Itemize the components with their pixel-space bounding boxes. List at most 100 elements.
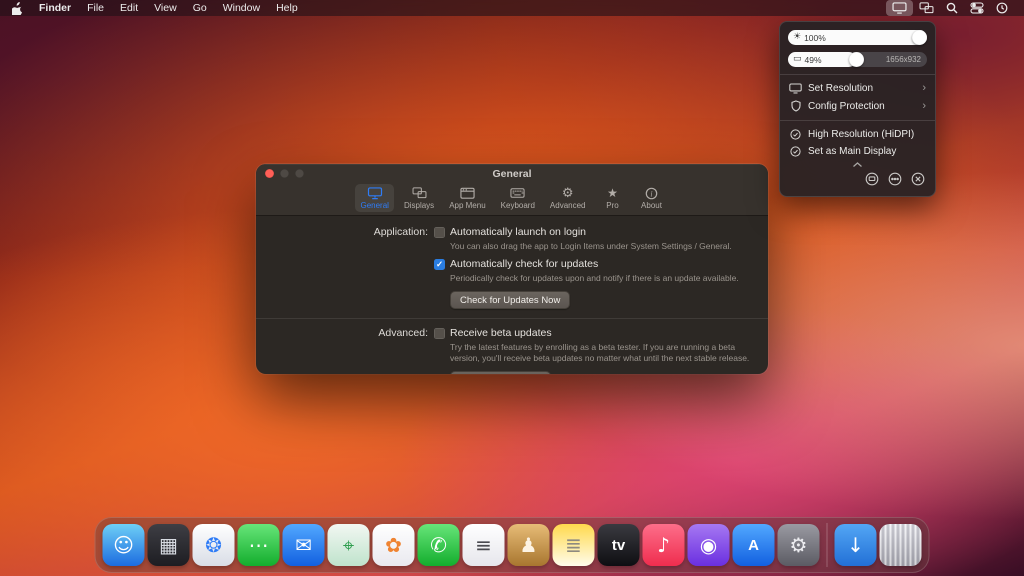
mail-icon[interactable]: ✉ [282, 524, 325, 566]
panel-footer [788, 172, 927, 189]
chevron-right-icon: › [922, 82, 926, 94]
trash-icon[interactable] [879, 524, 922, 566]
finder-icon[interactable]: ☺ [102, 524, 145, 566]
help-text: You can also drag the app to Login Items… [450, 241, 732, 251]
checkbox-receive-beta-updates[interactable]: Receive beta updates [434, 326, 754, 341]
tab-about[interactable]: i About [635, 184, 669, 212]
section-divider [256, 318, 768, 320]
settings-icon[interactable]: ⚙ [777, 524, 820, 566]
resolution-value: 49% [804, 54, 822, 65]
info-icon: i [645, 186, 658, 200]
display-icon [789, 83, 802, 94]
podcasts-icon[interactable]: ◉ [687, 524, 730, 566]
tab-label: General [360, 201, 389, 210]
spotlight-icon[interactable] [940, 0, 964, 16]
apple-menu-icon[interactable] [10, 1, 31, 15]
monitor-icon [367, 186, 383, 200]
downloads-icon[interactable]: ↓ [834, 524, 877, 566]
tab-label: Displays [403, 201, 435, 210]
clock-icon[interactable] [990, 0, 1014, 16]
option-high-resolution-hidpi[interactable]: High Resolution (HiDPI) [788, 126, 927, 143]
tab-label: About [641, 201, 662, 210]
window-title: General [492, 168, 532, 180]
launchpad-icon[interactable]: ▦ [147, 524, 190, 566]
appstore-icon[interactable]: A [732, 524, 775, 566]
safari-icon[interactable]: ❂ [192, 524, 235, 566]
window-content: Application: Automatically launch on log… [256, 216, 768, 374]
tab-advanced[interactable]: ⚙ Advanced [545, 184, 591, 212]
check-circle-icon [789, 146, 802, 157]
control-center-icon[interactable] [964, 0, 990, 16]
settings-window: General General Displays App Menu Keyboard ⚙… [256, 164, 768, 374]
tab-keyboard[interactable]: Keyboard [496, 184, 540, 212]
checkbox-check-for-updates[interactable]: Automatically check for updates [434, 257, 754, 272]
star-icon: ★ [607, 186, 618, 200]
section-label: Application: [373, 226, 428, 238]
collapse-chevron-icon[interactable] [788, 160, 927, 168]
brightness-slider-knob[interactable] [912, 30, 927, 45]
menu-item-config-protection[interactable]: Config Protection › [788, 97, 927, 115]
resolution-slider[interactable]: ▭ 49% 1656x932 [788, 52, 927, 67]
displays-icon [412, 186, 427, 200]
check-for-updates-button[interactable]: Check for Updates Now [450, 291, 571, 310]
panel-divider [780, 74, 935, 75]
tab-label: Pro [606, 201, 619, 210]
checkbox-launch-on-login[interactable]: Automatically launch on login [434, 225, 754, 240]
shield-icon [789, 100, 802, 112]
display-icon[interactable] [886, 0, 913, 16]
menu-window[interactable]: Window [215, 0, 268, 16]
display-panel: ☀ 100% ▭ 49% 1656x932 Set Resolution › C… [779, 21, 936, 197]
checkbox-box[interactable] [434, 227, 445, 238]
brightness-slider[interactable]: ☀ 100% [788, 30, 927, 45]
check-circle-icon [789, 129, 802, 140]
displays-icon[interactable] [913, 0, 940, 16]
close-button[interactable] [265, 169, 274, 178]
photos-icon[interactable]: ✿ [372, 524, 415, 566]
tab-app-menu[interactable]: App Menu [444, 184, 490, 212]
tv-icon[interactable]: tv [597, 524, 640, 566]
help-text: Periodically check for updates upon and … [450, 273, 739, 284]
menu-edit[interactable]: Edit [112, 0, 146, 16]
maps-icon[interactable]: ⌖ [327, 524, 370, 566]
notes-icon[interactable]: ≣ [552, 524, 595, 566]
reminders-icon[interactable]: ≡ [462, 524, 505, 566]
tab-label: Advanced [549, 201, 586, 210]
panel-divider [780, 120, 935, 121]
messages-icon[interactable]: ⋯ [237, 524, 280, 566]
menu-bar: Finder File Edit View Go Window Help [0, 0, 1024, 16]
minimize-button[interactable] [280, 169, 289, 178]
facetime-icon[interactable]: ✆ [417, 524, 460, 566]
tab-general[interactable]: General [355, 184, 394, 212]
resolution-display-icon: ▭ [793, 54, 802, 64]
chevron-right-icon: › [922, 99, 926, 112]
brightness-value: 100% [804, 32, 826, 43]
close-panel-icon[interactable] [911, 172, 925, 189]
menu-help[interactable]: Help [268, 0, 306, 16]
title-bar[interactable]: General [256, 164, 768, 183]
svg-text:i: i [650, 189, 652, 198]
option-set-as-main-display[interactable]: Set as Main Display [788, 143, 927, 160]
tab-displays[interactable]: Displays [399, 184, 439, 212]
resolution-label: 1656x932 [885, 55, 921, 64]
toolbar: General Displays App Menu Keyboard ⚙ Advanced… [256, 183, 768, 216]
menu-app-name[interactable]: Finder [31, 0, 79, 16]
contacts-icon[interactable]: ♟ [507, 524, 550, 566]
zoom-button[interactable] [295, 169, 304, 178]
tab-label: App Menu [449, 201, 486, 210]
dock: ☺ ▦ ❂ ⋯ ✉ ⌖ ✿ ✆ ≡ ♟ ≣ tv ♪ ◉ A ⚙ ↓ [94, 517, 930, 573]
menu-view[interactable]: View [146, 0, 185, 16]
checkbox-box[interactable] [434, 259, 445, 271]
menu-item-set-resolution[interactable]: Set Resolution › [788, 80, 927, 97]
checkbox-box[interactable] [434, 328, 445, 340]
more-options-icon[interactable] [888, 172, 902, 189]
help-text: Try the latest features by enrolling as … [450, 342, 750, 364]
tab-pro[interactable]: ★ Pro [596, 184, 630, 212]
keyboard-icon [510, 186, 525, 200]
brightness-sun-icon: ☀ [793, 32, 802, 42]
menu-file[interactable]: File [79, 0, 112, 16]
menu-go[interactable]: Go [185, 0, 215, 16]
music-icon[interactable]: ♪ [642, 524, 685, 566]
reset-app-settings-button[interactable]: Reset App Settings [450, 371, 551, 374]
resolution-slider-knob[interactable] [849, 52, 865, 67]
screen-capture-icon[interactable] [865, 172, 879, 189]
